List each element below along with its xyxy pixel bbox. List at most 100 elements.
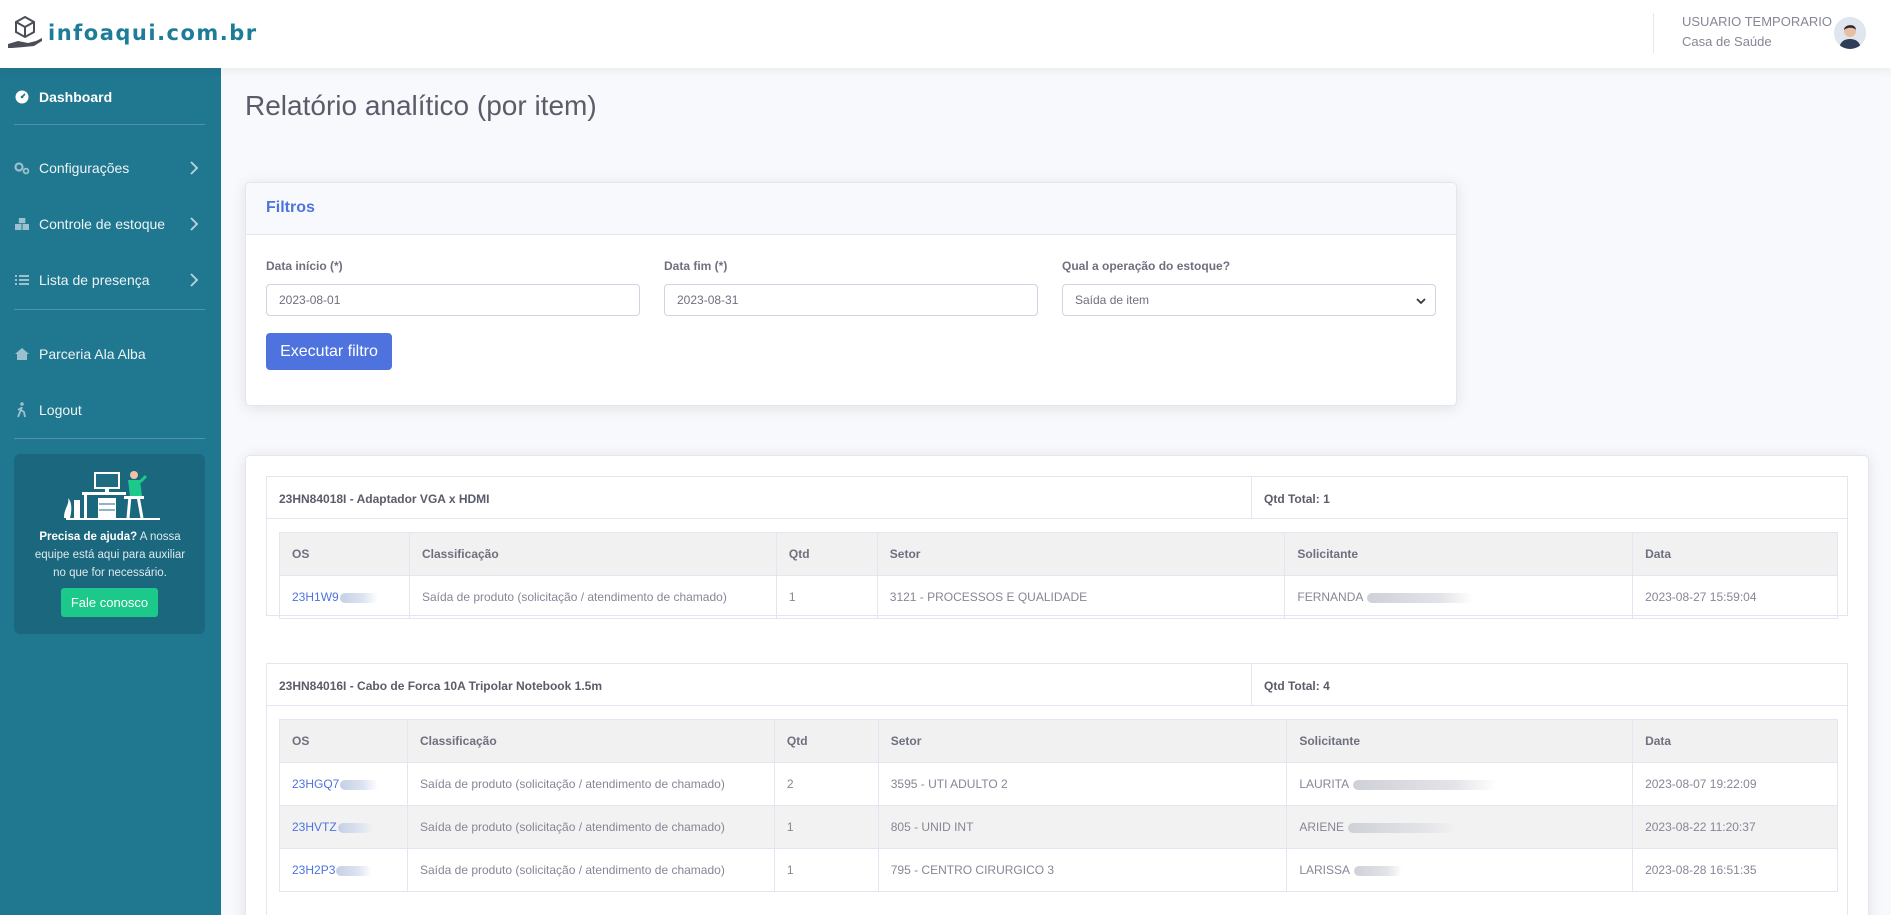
- brand-logo[interactable]: infoaqui.com.br: [6, 14, 258, 52]
- operation-select[interactable]: Saída de item: [1062, 284, 1436, 316]
- avatar[interactable]: [1834, 17, 1866, 49]
- operation-label: Qual a operação do estoque?: [1062, 259, 1231, 273]
- os-link[interactable]: 23H2P3: [279, 848, 408, 892]
- column-header-data[interactable]: Data: [1632, 719, 1838, 763]
- cell-qtd: 1: [773, 848, 879, 892]
- report-card: 23HN84018I - Adaptador VGA x HDMI Qtd To…: [245, 455, 1869, 915]
- table-row: 23HGQ7 Saída de produto (solicitação / a…: [279, 762, 1838, 806]
- topbar-divider: [1653, 13, 1654, 53]
- cell-classificacao: Saída de produto (solicitação / atendime…: [406, 762, 775, 806]
- os-number[interactable]: 23HGQ7: [292, 777, 339, 791]
- redacted-text: [1352, 779, 1497, 790]
- end-date-label: Data fim (*): [664, 259, 728, 273]
- sidebar-item-label: Logout: [39, 402, 82, 418]
- os-link[interactable]: 23HVTZ: [279, 805, 408, 849]
- redacted-text: [339, 592, 378, 603]
- user-info[interactable]: USUARIO TEMPORARIO Casa de Saúde: [1682, 14, 1832, 49]
- chevron-right-icon: [190, 161, 199, 175]
- cell-setor: 795 - CENTRO CIRURGICO 3: [877, 848, 1288, 892]
- column-header-data[interactable]: Data: [1632, 532, 1838, 576]
- report-item-total: Qtd Total: 4: [1251, 664, 1342, 706]
- sidebar-divider: [14, 124, 205, 125]
- redacted-text: [336, 865, 373, 876]
- brand-name: infoaqui.com.br: [48, 21, 258, 45]
- execute-filter-button[interactable]: Executar filtro: [266, 333, 392, 370]
- start-date-input[interactable]: 2023-08-01: [266, 284, 640, 316]
- sidebar-item-label: Dashboard: [39, 89, 113, 105]
- cell-qtd: 2: [773, 762, 879, 806]
- report-table: OS Classificação Qtd Setor Solicitante D…: [279, 719, 1838, 892]
- os-link[interactable]: 23HGQ7: [279, 762, 408, 806]
- boxes-icon: [14, 216, 30, 232]
- column-header-os[interactable]: OS: [279, 532, 410, 576]
- sidebar-item-label: Lista de presença: [39, 272, 150, 288]
- table-header-row: OS Classificação Qtd Setor Solicitante D…: [279, 532, 1838, 576]
- redacted-text: [337, 822, 374, 833]
- redacted-text: [340, 779, 379, 790]
- chevron-right-icon: [190, 273, 199, 287]
- tachometer-icon: [14, 89, 30, 105]
- topbar: infoaqui.com.br USUARIO TEMPORARIO Casa …: [0, 0, 1891, 68]
- filters-card-title: Filtros: [246, 183, 1456, 235]
- cell-solicitante: LARISSA: [1286, 848, 1634, 892]
- end-date-input[interactable]: 2023-08-31: [664, 284, 1038, 316]
- column-header-classificacao[interactable]: Classificação: [408, 532, 777, 576]
- contact-us-button[interactable]: Fale conosco: [61, 588, 158, 617]
- cell-data: 2023-08-27 15:59:04: [1632, 575, 1838, 619]
- column-header-qtd[interactable]: Qtd: [775, 532, 878, 576]
- cell-data: 2023-08-07 19:22:09: [1632, 762, 1838, 806]
- table-row: 23H1W9 Saída de produto (solicitação / a…: [279, 575, 1838, 619]
- sidebar-item-configuracoes[interactable]: Configurações: [0, 146, 221, 190]
- cogs-icon: [14, 160, 30, 176]
- column-header-solicitante[interactable]: Solicitante: [1286, 719, 1634, 763]
- os-number[interactable]: 23H2P3: [292, 863, 335, 877]
- solicitante-name: ARIENE: [1299, 820, 1345, 834]
- cell-data: 2023-08-28 16:51:35: [1632, 848, 1838, 892]
- cell-data: 2023-08-22 11:20:37: [1632, 805, 1838, 849]
- cell-solicitante: LAURITA: [1286, 762, 1634, 806]
- report-item-total: Qtd Total: 1: [1251, 477, 1342, 519]
- table-header-row: OS Classificação Qtd Setor Solicitante D…: [279, 719, 1838, 763]
- chevron-down-icon: [1416, 298, 1426, 305]
- column-header-setor[interactable]: Setor: [877, 719, 1288, 763]
- cell-setor: 805 - UNID INT: [877, 805, 1288, 849]
- redacted-text: [1348, 822, 1457, 833]
- os-number[interactable]: 23H1W9: [292, 590, 339, 604]
- sidebar-item-parceria[interactable]: Parceria Ala Alba: [0, 332, 221, 376]
- column-header-os[interactable]: OS: [279, 719, 408, 763]
- os-number[interactable]: 23HVTZ: [292, 820, 337, 834]
- redacted-text: [1353, 865, 1402, 876]
- sidebar-item-label: Configurações: [39, 160, 130, 176]
- start-date-label: Data início (*): [266, 259, 343, 273]
- column-header-setor[interactable]: Setor: [876, 532, 1286, 576]
- list-icon: [14, 272, 30, 288]
- table-row: 23HVTZ Saída de produto (solicitação / a…: [279, 805, 1838, 849]
- column-header-classificacao[interactable]: Classificação: [406, 719, 775, 763]
- cell-solicitante: ARIENE: [1286, 805, 1634, 849]
- report-item-title: 23HN84018I - Adaptador VGA x HDMI: [279, 492, 490, 506]
- help-text: Precisa de ajuda? A nossa equipe está aq…: [28, 528, 192, 582]
- cell-classificacao: Saída de produto (solicitação / atendime…: [406, 848, 775, 892]
- chevron-right-icon: [190, 217, 199, 231]
- operation-select-value: Saída de item: [1075, 293, 1150, 307]
- user-organization: Casa de Saúde: [1682, 34, 1772, 49]
- os-link[interactable]: 23H1W9: [279, 575, 410, 619]
- solicitante-name: LAURITA: [1299, 777, 1349, 791]
- sidebar-item-lista-presenca[interactable]: Lista de presença: [0, 258, 221, 302]
- report-item-header: 23HN84016I - Cabo de Forca 10A Tripolar …: [267, 664, 1847, 706]
- walking-icon: [14, 402, 30, 418]
- column-header-qtd[interactable]: Qtd: [773, 719, 879, 763]
- sidebar-item-label: Controle de estoque: [39, 216, 166, 232]
- sidebar-item-logout[interactable]: Logout: [0, 388, 221, 432]
- report-item: 23HN84016I - Cabo de Forca 10A Tripolar …: [266, 663, 1848, 915]
- page-title: Relatório analítico (por item): [245, 90, 597, 121]
- filters-card: Filtros Data início (*) 2023-08-01 Data …: [245, 182, 1457, 406]
- cell-solicitante: FERNANDA: [1284, 575, 1634, 619]
- cell-qtd: 1: [773, 805, 879, 849]
- sidebar-item-controle-estoque[interactable]: Controle de estoque: [0, 202, 221, 246]
- house-icon: [14, 346, 30, 362]
- sidebar-item-dashboard[interactable]: Dashboard: [0, 75, 221, 119]
- help-card: Precisa de ajuda? A nossa equipe está aq…: [14, 454, 205, 634]
- cell-setor: 3121 - PROCESSOS E QUALIDADE: [876, 575, 1286, 619]
- column-header-solicitante[interactable]: Solicitante: [1284, 532, 1634, 576]
